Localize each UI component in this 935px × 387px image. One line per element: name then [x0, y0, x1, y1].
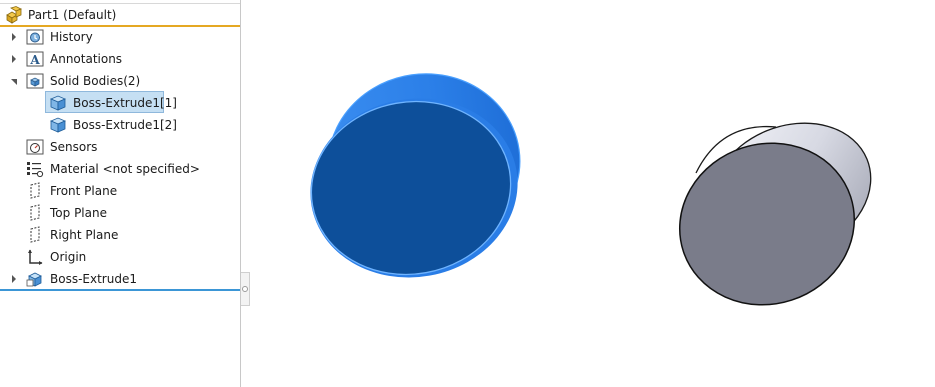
tree-item-origin[interactable]: Origin — [0, 246, 240, 268]
splitter-grip-icon — [242, 286, 248, 292]
tree-item-label: Boss-Extrude1 — [50, 272, 137, 286]
expand-arrow-icon[interactable] — [9, 31, 19, 43]
sensors-folder-icon — [26, 139, 44, 155]
tree-item-label: Sensors — [50, 140, 98, 154]
tree-item-boss-extrude1-2[interactable]: Boss-Extrude1[2] — [45, 114, 205, 136]
solid-body-icon — [49, 117, 67, 133]
tree-item-boss-extrude1-1[interactable]: Boss-Extrude1[1] — [45, 92, 205, 114]
tree-item-label: Right Plane — [50, 228, 119, 242]
tree-item-material[interactable]: Material <not specified> — [0, 158, 240, 180]
history-folder-icon — [26, 29, 44, 45]
expand-arrow-icon[interactable] — [9, 273, 19, 285]
tree-item-boss-extrude1[interactable]: Boss-Extrude1 — [0, 268, 240, 290]
extrude-feature-icon — [26, 272, 42, 287]
graphics-viewport[interactable] — [251, 0, 935, 387]
panel-splitter-handle[interactable] — [241, 272, 250, 306]
solid-body-unselected[interactable] — [659, 100, 891, 327]
material-icon — [27, 162, 44, 178]
tree-item-annotations[interactable]: A Annotations — [0, 48, 240, 70]
tree-item-front-plane[interactable]: Front Plane — [0, 180, 240, 202]
part-icon — [5, 6, 23, 27]
tree-item-label: Solid Bodies(2) — [50, 74, 141, 88]
feature-manager-tree: Part1 (Default) History A Annotations So… — [0, 0, 241, 387]
tree-item-top-plane[interactable]: Top Plane — [0, 202, 240, 224]
svg-text:A: A — [29, 53, 40, 67]
tree-root-part[interactable]: Part1 (Default) — [0, 3, 240, 27]
rollback-bar[interactable] — [0, 289, 240, 291]
origin-icon — [28, 249, 43, 265]
expand-arrow-icon[interactable] — [9, 53, 19, 65]
solid-bodies-folder-icon — [26, 73, 44, 89]
plane-icon — [30, 204, 40, 221]
tree-item-sensors[interactable]: Sensors — [0, 136, 240, 158]
tree-item-right-plane[interactable]: Right Plane — [0, 224, 240, 246]
tree-item-label: Top Plane — [50, 206, 107, 220]
solid-body-selected[interactable] — [296, 62, 532, 294]
tree-item-label: Front Plane — [50, 184, 118, 198]
tree-item-label: Boss-Extrude1[2] — [73, 118, 177, 132]
tree-item-solid-bodies[interactable]: Solid Bodies(2) — [0, 70, 240, 92]
tree-item-label: History — [50, 30, 93, 44]
tree-item-label: Origin — [50, 250, 87, 264]
annotations-folder-icon: A — [26, 51, 44, 67]
plane-icon — [30, 226, 40, 243]
solid-body-icon — [49, 95, 67, 111]
tree-item-label: Material <not specified> — [50, 162, 200, 176]
root-part-label: Part1 (Default) — [28, 8, 117, 22]
plane-icon — [30, 182, 40, 199]
tree-item-label: Boss-Extrude1[1] — [73, 96, 177, 110]
tree-item-label: Annotations — [50, 52, 123, 66]
tree-item-history[interactable]: History — [0, 26, 240, 48]
collapse-arrow-icon[interactable] — [9, 75, 19, 87]
